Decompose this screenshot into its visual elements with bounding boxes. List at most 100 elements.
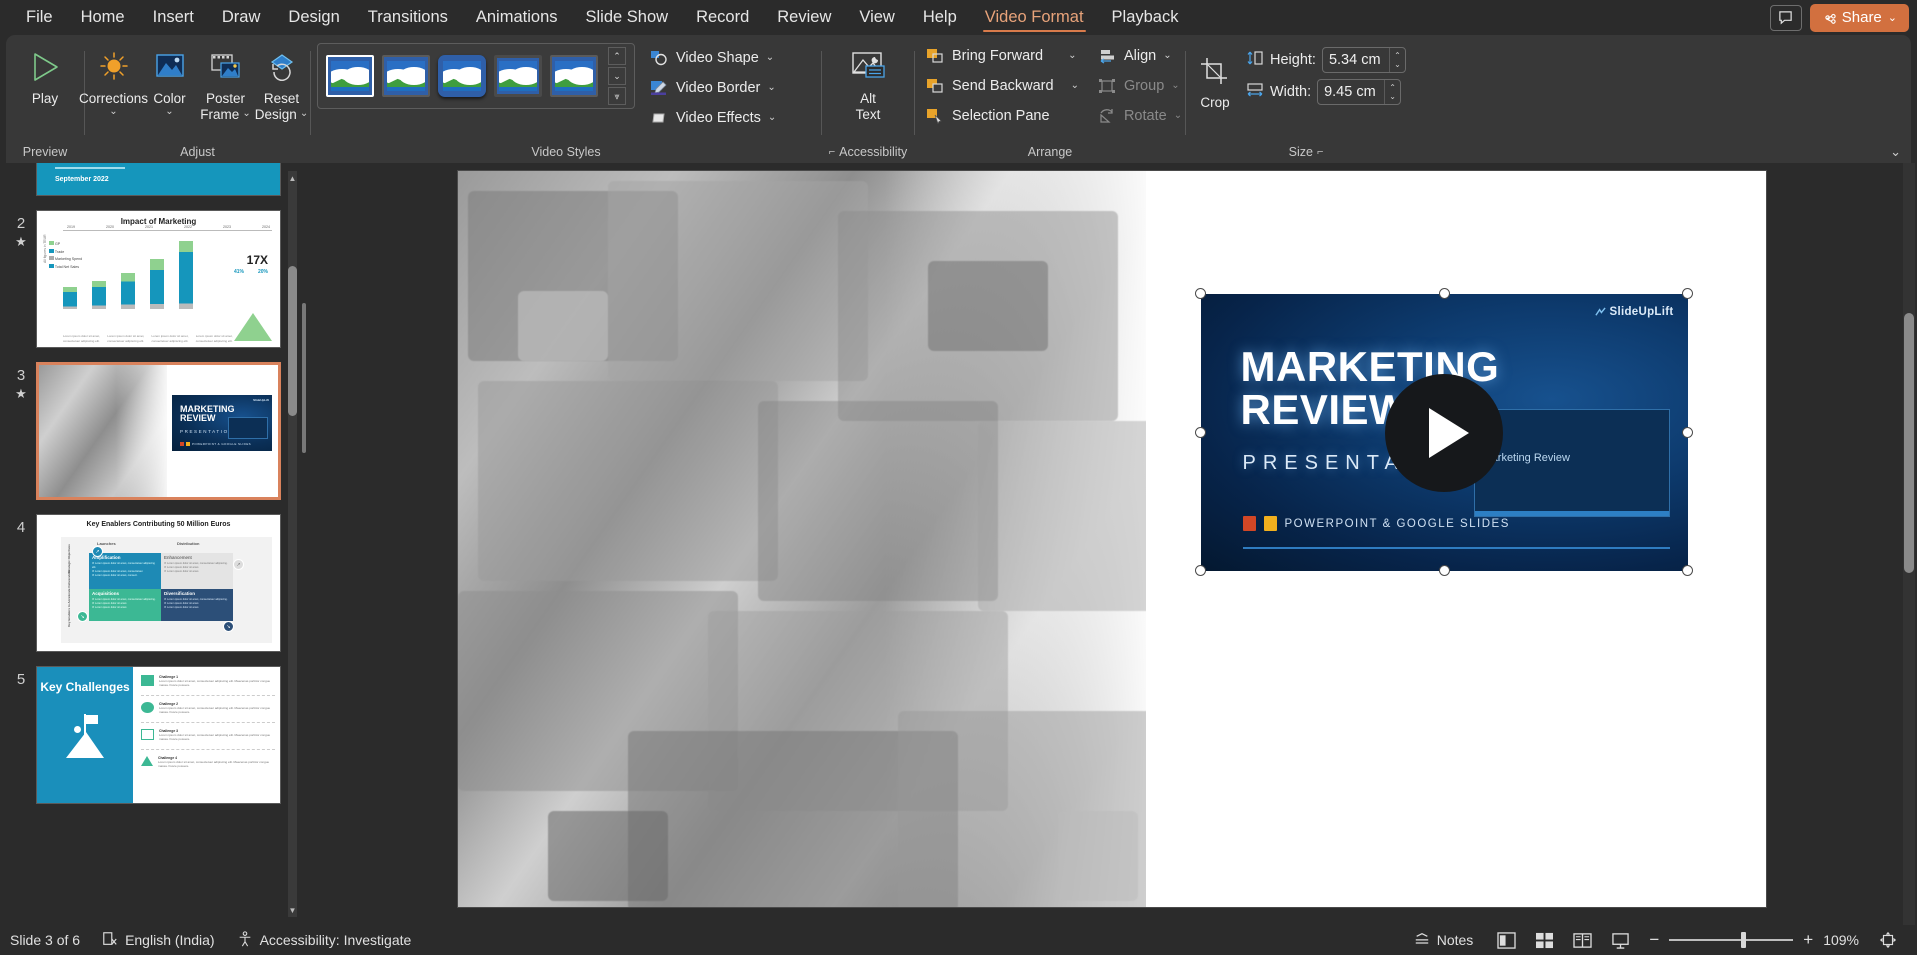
video-effects-button[interactable]: Video Effects ⌄ [645, 105, 784, 131]
width-stepper[interactable]: ⌃ ⌄ [1384, 80, 1400, 104]
crop-button[interactable]: Crop [1192, 45, 1238, 113]
chevron-down-icon[interactable]: ⌄ [109, 106, 117, 117]
slideshow-icon[interactable] [1601, 927, 1639, 953]
share-button[interactable]: Share ⌄ [1809, 3, 1909, 32]
slide-canvas-pane[interactable]: SlideUpLift MARKETING REVIEW PRESENTATIO… [306, 163, 1917, 925]
height-stepper[interactable]: ⌃ ⌄ [1388, 48, 1405, 72]
video-style-thumb[interactable] [494, 55, 542, 97]
scrollbar-thumb[interactable] [288, 266, 297, 416]
video-shape-button[interactable]: Video Shape ⌄ [645, 45, 784, 71]
slide-thumbnail-2[interactable]: Impact of Marketing 2019 2020 2021 2022 2023… [36, 210, 281, 348]
zoom-level[interactable]: 109% [1823, 932, 1859, 948]
menu-item-design[interactable]: Design [274, 1, 353, 34]
scroll-up-icon[interactable]: ▲ [288, 171, 297, 185]
normal-view-icon[interactable] [1487, 927, 1525, 953]
bring-forward-button[interactable]: Bring Forward ⌄ [921, 43, 1087, 69]
slide-thumbnail-3[interactable]: MARKETING REVIEW PRESENTATION POWERPOINT … [36, 362, 281, 500]
chevron-down-icon[interactable]: ⌄ [1068, 51, 1076, 61]
height-spin-down-icon[interactable]: ⌄ [1394, 60, 1401, 69]
list-item[interactable]: 1 September 2022 [6, 163, 300, 196]
chevron-down-icon[interactable]: ⌄ [768, 113, 776, 123]
video-style-thumb[interactable] [438, 55, 486, 97]
reset-design-button[interactable]: Reset Design ⌄ [255, 41, 309, 124]
menu-item-draw[interactable]: Draw [208, 1, 275, 34]
menu-item-transitions[interactable]: Transitions [354, 1, 462, 34]
selection-pane-button[interactable]: Selection Pane [921, 103, 1087, 129]
background-photo[interactable] [457, 171, 1146, 907]
resize-handle-top-right[interactable] [1681, 288, 1693, 299]
menu-item-video-format[interactable]: Video Format [971, 1, 1098, 34]
play-button[interactable]: Play [18, 41, 72, 109]
slide-thumbnail-pane[interactable]: 1 September 2022 2 ★ Impact of Marketing… [0, 163, 300, 925]
menu-item-help[interactable]: Help [909, 1, 971, 34]
list-item[interactable]: 4 Key Enablers Contributing 50 Million E… [6, 514, 300, 652]
menu-item-playback[interactable]: Playback [1098, 1, 1193, 34]
color-button[interactable]: Color ⌄ [143, 41, 197, 119]
width-spin-down-icon[interactable]: ⌄ [1389, 92, 1396, 101]
slide-sorter-icon[interactable] [1525, 927, 1563, 953]
resize-handle-top-left[interactable] [1194, 288, 1206, 299]
zoom-in-button[interactable]: + [1803, 930, 1813, 950]
gallery-more-icon[interactable]: ⩔ [608, 87, 626, 105]
slide-thumbnail-4[interactable]: Key Enablers Contributing 50 Million Eur… [36, 514, 281, 652]
menu-item-record[interactable]: Record [682, 1, 763, 34]
chevron-down-icon[interactable]: ⌄ [300, 109, 308, 119]
reading-view-icon[interactable] [1563, 927, 1601, 953]
zoom-track[interactable] [1669, 932, 1794, 948]
comment-icon[interactable] [1769, 4, 1802, 31]
menu-item-review[interactable]: Review [763, 1, 845, 34]
list-item[interactable]: 2 ★ Impact of Marketing 2019 2020 2021 2022… [6, 210, 300, 348]
corrections-button[interactable]: Corrections ⌄ [79, 41, 148, 119]
resize-handle-middle-left[interactable] [1194, 427, 1206, 438]
height-spin-up-icon[interactable]: ⌃ [1394, 51, 1401, 60]
align-button[interactable]: Align ⌄ [1093, 43, 1190, 69]
menu-item-animations[interactable]: Animations [462, 1, 572, 34]
menu-item-view[interactable]: View [845, 1, 908, 34]
width-spin-up-icon[interactable]: ⌃ [1389, 83, 1396, 92]
chevron-down-icon[interactable]: ⌄ [767, 83, 775, 93]
video-style-thumb[interactable] [550, 55, 598, 97]
video-object[interactable]: SlideUpLift MARKETING REVIEW PRESENTATIO… [1200, 294, 1688, 571]
canvas-scrollbar-thumb[interactable] [1904, 313, 1914, 573]
slide-thumbnail-5[interactable]: Key Challenges Challenge 1 Lorem ipsum do… [36, 666, 281, 804]
slide-counter[interactable]: Slide 3 of 6 [10, 932, 80, 948]
video-style-thumb[interactable] [326, 55, 374, 97]
thumbnail-scrollbar[interactable]: ▲ ▼ [288, 171, 297, 917]
menu-item-insert[interactable]: Insert [139, 1, 208, 34]
spellcheck-status[interactable]: English (India) [102, 931, 215, 950]
menu-item-slide-show[interactable]: Slide Show [572, 1, 683, 34]
list-item[interactable]: 5 Key Challenges Challenge 1 Lorem ipsum… [6, 666, 300, 804]
notes-button[interactable]: Notes [1414, 931, 1473, 950]
zoom-knob[interactable] [1741, 932, 1747, 948]
width-input[interactable]: 9.45 cm ⌃ ⌄ [1317, 79, 1402, 105]
video-styles-gallery[interactable]: ⌃ ⌄ ⩔ [317, 43, 635, 109]
collapse-ribbon-icon[interactable]: ⌄ [1890, 144, 1901, 160]
chevron-down-icon[interactable]: ⌄ [1071, 81, 1079, 91]
canvas-scrollbar[interactable] [1903, 163, 1915, 925]
gallery-scroll-down-icon[interactable]: ⌄ [608, 67, 626, 85]
accessibility-status[interactable]: Accessibility: Investigate [237, 930, 411, 950]
video-style-thumb[interactable] [382, 55, 430, 97]
height-input[interactable]: 5.34 cm ⌃ ⌄ [1321, 47, 1406, 73]
poster-frame-button[interactable]: Poster Frame ⌄ [199, 41, 253, 124]
alt-text-button[interactable]: Alt Text [841, 41, 895, 124]
send-backward-button[interactable]: Send Backward ⌄ [921, 73, 1087, 99]
chevron-down-icon[interactable]: ⌄ [242, 109, 250, 119]
resize-handle-bottom-right[interactable] [1681, 565, 1693, 576]
play-button-icon[interactable] [1385, 373, 1503, 492]
chevron-down-icon[interactable]: ⌄ [766, 53, 774, 63]
scroll-down-icon[interactable]: ▼ [288, 903, 297, 917]
resize-handle-middle-right[interactable] [1681, 427, 1693, 438]
zoom-out-button[interactable]: − [1649, 930, 1659, 950]
fit-to-window-icon[interactable] [1869, 927, 1907, 953]
resize-handle-bottom-left[interactable] [1194, 565, 1206, 576]
list-item[interactable]: 3 ★ MARKETING REVIEW PRESENTATION POWERPO… [6, 362, 300, 500]
video-border-button[interactable]: Video Border ⌄ [645, 75, 784, 101]
slide-thumbnail-1[interactable]: September 2022 [36, 163, 281, 196]
chevron-down-icon[interactable]: ⌄ [165, 106, 173, 117]
zoom-slider[interactable]: − + [1649, 930, 1813, 950]
resize-handle-bottom-center[interactable] [1438, 565, 1450, 576]
slide-canvas[interactable]: SlideUpLift MARKETING REVIEW PRESENTATIO… [457, 171, 1766, 907]
menu-item-file[interactable]: File [12, 1, 67, 34]
size-dialog-launcher-icon[interactable]: ⌐ [1317, 146, 1323, 158]
